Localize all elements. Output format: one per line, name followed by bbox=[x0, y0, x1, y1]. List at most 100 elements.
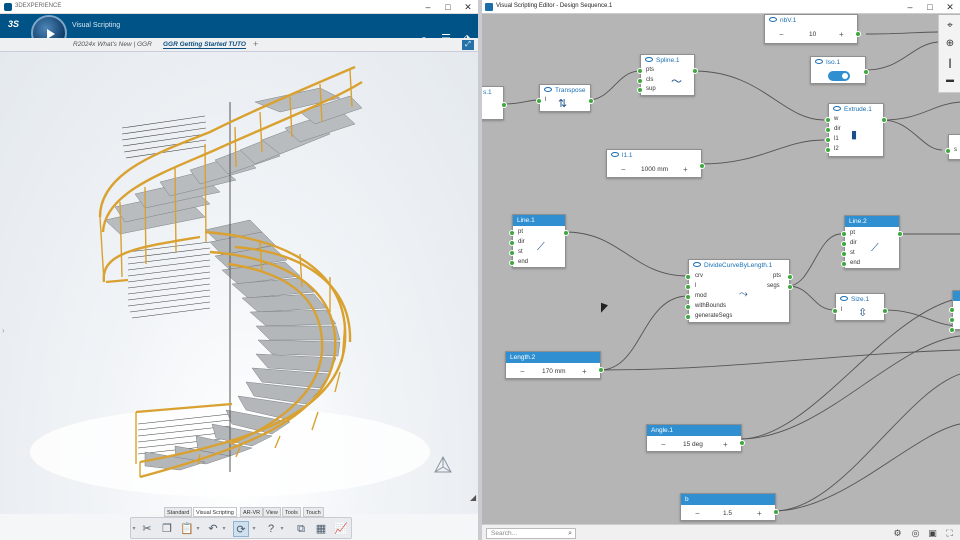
port-in-end[interactable] bbox=[509, 260, 515, 266]
tab-view[interactable]: View bbox=[263, 507, 281, 517]
angle-value[interactable]: 15 deg bbox=[683, 439, 703, 451]
zoom-icon[interactable]: ⊕ bbox=[943, 37, 957, 51]
paste-menu-icon[interactable]: ▾ bbox=[195, 521, 201, 537]
port-out[interactable] bbox=[773, 509, 779, 515]
decrement-button[interactable]: − bbox=[661, 439, 666, 451]
port-in-end[interactable] bbox=[841, 261, 847, 267]
collapse-icon[interactable]: ▾ bbox=[131, 521, 137, 537]
port-out[interactable] bbox=[598, 367, 604, 373]
node-partial-right-2[interactable] bbox=[949, 290, 960, 333]
panel-toggle-icon[interactable]: › bbox=[2, 326, 5, 335]
port-in-w[interactable] bbox=[825, 117, 831, 123]
visibility-icon[interactable] bbox=[769, 16, 777, 22]
b-value[interactable]: 1.5 bbox=[723, 508, 732, 520]
port-in[interactable] bbox=[949, 307, 955, 313]
angle-stepper[interactable]: − 15 deg + bbox=[647, 439, 743, 451]
ds-logo-icon[interactable]: 3S bbox=[8, 19, 19, 29]
port-in-dir[interactable] bbox=[841, 241, 847, 247]
close-icon[interactable]: ✕ bbox=[942, 1, 958, 13]
decrement-button[interactable]: − bbox=[779, 29, 784, 41]
tab-ar-vr[interactable]: AR-VR bbox=[240, 507, 264, 517]
minimize-icon[interactable]: – bbox=[420, 1, 436, 13]
map-icon[interactable]: ⌖ bbox=[943, 19, 957, 33]
port-in-l[interactable] bbox=[832, 308, 838, 314]
l1-value[interactable]: 1000 mm bbox=[641, 164, 668, 176]
node-b[interactable]: b − 1.5 + bbox=[680, 493, 779, 521]
node-partial-right[interactable]: s bbox=[945, 134, 960, 160]
port-out-segs[interactable] bbox=[787, 284, 793, 290]
port-out[interactable] bbox=[881, 117, 887, 123]
tab-standard[interactable]: Standard bbox=[164, 507, 193, 517]
node-line1[interactable]: Line.1 pt dir st end ⟋ bbox=[509, 214, 569, 268]
port-out[interactable] bbox=[588, 98, 594, 104]
visibility-icon[interactable] bbox=[693, 261, 701, 267]
undo-icon[interactable]: ↶ bbox=[205, 521, 221, 537]
resize-handle-icon[interactable]: ◢ bbox=[470, 493, 476, 502]
node-divide-curve[interactable]: DivideCurveByLength.1 crv l mod withBoun… bbox=[685, 259, 793, 323]
increment-button[interactable]: + bbox=[839, 29, 844, 41]
graph-icon[interactable]: ⧉ bbox=[293, 521, 309, 537]
zoom-slider[interactable]: ┃ bbox=[943, 57, 957, 71]
port-in-s[interactable] bbox=[945, 148, 951, 154]
port-in-dir[interactable] bbox=[509, 240, 515, 246]
port-in-cls[interactable] bbox=[637, 78, 643, 84]
view-compass-icon[interactable] bbox=[432, 455, 454, 477]
port-in-l1[interactable] bbox=[825, 137, 831, 143]
port-in-withbounds[interactable] bbox=[685, 304, 691, 310]
tab-visual-scripting[interactable]: Visual Scripting bbox=[193, 507, 237, 517]
tab-tools[interactable]: Tools bbox=[282, 507, 301, 517]
port-out[interactable] bbox=[699, 163, 705, 169]
node-angle[interactable]: Angle.1 − 15 deg + bbox=[646, 424, 745, 452]
visibility-icon[interactable] bbox=[544, 86, 552, 92]
tab-getting-started[interactable]: GGR Getting Started TUTO bbox=[163, 41, 246, 49]
fullscreen-icon[interactable]: ⛶ bbox=[944, 528, 955, 539]
decrement-button[interactable]: − bbox=[695, 508, 700, 520]
tab-touch[interactable]: Touch bbox=[303, 507, 324, 517]
increment-button[interactable]: + bbox=[723, 439, 728, 451]
port-in-st[interactable] bbox=[509, 250, 515, 256]
update-icon[interactable]: ⟳ bbox=[233, 521, 249, 537]
iso-toggle[interactable] bbox=[828, 71, 850, 81]
port-in-l[interactable] bbox=[536, 98, 542, 104]
tab-whats-new[interactable]: R2024x What's New | GGR bbox=[73, 41, 152, 48]
b-stepper[interactable]: − 1.5 + bbox=[681, 508, 777, 520]
globe-icon[interactable]: ◎ bbox=[910, 528, 921, 539]
port-in-sup[interactable] bbox=[637, 87, 643, 93]
paste-icon[interactable]: 📋 bbox=[179, 521, 195, 537]
update-menu-icon[interactable]: ▾ bbox=[251, 521, 257, 537]
port-out[interactable] bbox=[897, 231, 903, 237]
port-in-pt[interactable] bbox=[841, 231, 847, 237]
copy-icon[interactable]: ❐ bbox=[159, 521, 175, 537]
visibility-icon[interactable] bbox=[840, 295, 848, 301]
node-iso[interactable]: Iso.1 bbox=[810, 56, 869, 84]
expand-icon[interactable]: ⤢ bbox=[462, 40, 474, 50]
3d-viewport[interactable]: › bbox=[0, 52, 478, 514]
visibility-icon[interactable] bbox=[833, 105, 841, 111]
increment-button[interactable]: + bbox=[757, 508, 762, 520]
node-size[interactable]: Size.1 l ⇳ bbox=[832, 293, 888, 321]
decrement-button[interactable]: − bbox=[520, 366, 525, 378]
settings-icon[interactable]: ⚙ bbox=[892, 528, 903, 539]
port-in-pts[interactable] bbox=[637, 68, 643, 74]
table-icon[interactable]: ▦ bbox=[313, 521, 329, 537]
chart-icon[interactable]: 📈 bbox=[333, 521, 349, 537]
nbv-stepper[interactable]: − 10 + bbox=[765, 29, 859, 41]
port-out[interactable] bbox=[855, 31, 861, 37]
node-line2[interactable]: Line.2 pt dir st end ⟋ bbox=[841, 215, 903, 269]
undo-menu-icon[interactable]: ▾ bbox=[221, 521, 227, 537]
port-out[interactable] bbox=[563, 230, 569, 236]
port-in-l2[interactable] bbox=[825, 147, 831, 153]
cut-icon[interactable]: ✂ bbox=[139, 521, 155, 537]
port-out-pts[interactable] bbox=[787, 274, 793, 280]
node-graph-canvas[interactable]: s.1 Transpose l ⇅ Spline.1 pts cls sup 〜… bbox=[482, 14, 960, 524]
close-icon[interactable]: ✕ bbox=[460, 1, 476, 13]
node-partial-left[interactable]: s.1 bbox=[482, 86, 507, 120]
node-nbv[interactable]: nbV.1 − 10 + bbox=[764, 14, 861, 44]
zoom-slider-handle[interactable]: ▬ bbox=[943, 73, 957, 87]
port-out[interactable] bbox=[501, 102, 507, 108]
help-icon[interactable]: ? bbox=[263, 521, 279, 537]
visibility-icon[interactable] bbox=[815, 58, 823, 64]
visibility-icon[interactable] bbox=[611, 151, 619, 157]
decrement-button[interactable]: − bbox=[621, 164, 626, 176]
port-out[interactable] bbox=[863, 69, 869, 75]
